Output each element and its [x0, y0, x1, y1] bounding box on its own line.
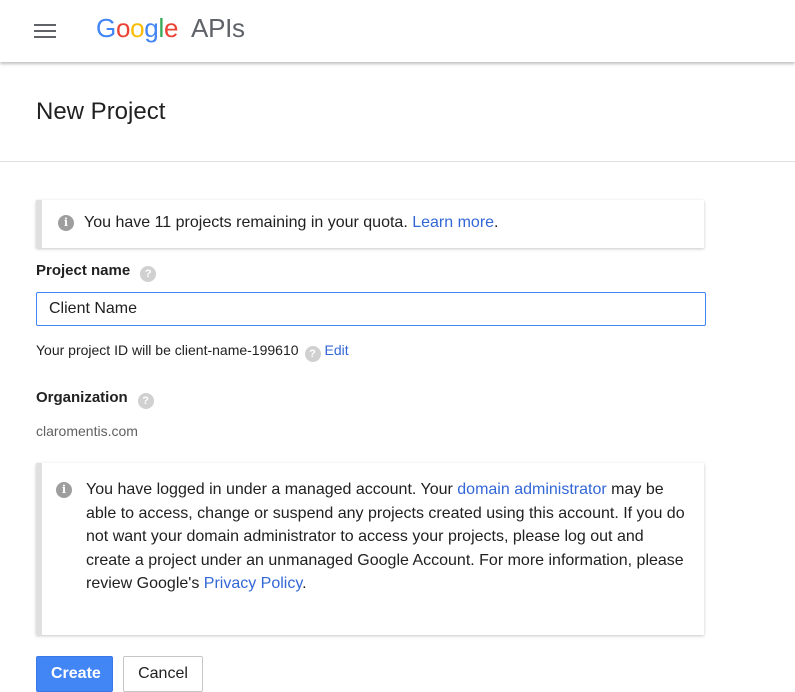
hamburger-menu-icon[interactable]: [34, 22, 56, 40]
managed-notice-part1: You have logged in under a managed accou…: [86, 481, 453, 498]
privacy-policy-link[interactable]: Privacy Policy: [204, 575, 302, 592]
create-button[interactable]: Create: [36, 656, 113, 692]
header-divider: [0, 161, 795, 162]
quota-notice-text: You have 11 projects remaining in your q…: [84, 214, 408, 231]
quota-notice: i You have 11 projects remaining in your …: [36, 200, 704, 248]
info-icon: i: [56, 482, 72, 498]
organization-value: claromentis.com: [36, 423, 138, 439]
help-icon[interactable]: ?: [140, 266, 157, 282]
cancel-button[interactable]: Cancel: [123, 656, 203, 692]
domain-administrator-link[interactable]: domain administrator: [457, 481, 606, 498]
help-icon[interactable]: ?: [137, 393, 154, 409]
project-id-line: Your project ID will be client-name-1996…: [36, 342, 349, 362]
page-title: New Project: [36, 98, 166, 125]
project-id-value: client-name-199610: [174, 342, 299, 358]
learn-more-link[interactable]: Learn more: [412, 214, 494, 231]
project-id-prefix: Your project ID will be: [36, 342, 171, 358]
edit-project-id-link[interactable]: Edit: [325, 342, 349, 358]
managed-notice-suffix: .: [302, 575, 307, 592]
logo-letter: e: [163, 13, 179, 43]
google-apis-logo[interactable]: Google APIs: [96, 13, 245, 43]
help-icon[interactable]: ?: [304, 346, 321, 362]
top-app-bar: Google APIs: [0, 0, 795, 62]
organization-label-text: Organization: [36, 389, 128, 406]
info-icon: i: [58, 215, 74, 231]
organization-label: Organization?: [36, 389, 154, 409]
quota-notice-suffix: .: [494, 214, 499, 231]
logo-letter: o: [130, 13, 145, 43]
project-name-input[interactable]: [36, 292, 706, 326]
product-name: APIs: [191, 13, 245, 43]
logo-letter: o: [115, 13, 131, 43]
project-name-label: Project name?: [36, 262, 157, 282]
logo-letter: g: [144, 13, 159, 43]
managed-account-text: You have logged in under a managed accou…: [86, 478, 688, 596]
project-name-label-text: Project name: [36, 262, 131, 279]
managed-account-notice: i You have logged in under a managed acc…: [36, 463, 704, 635]
google-wordmark: Google: [96, 13, 185, 43]
logo-letter: G: [96, 13, 116, 43]
